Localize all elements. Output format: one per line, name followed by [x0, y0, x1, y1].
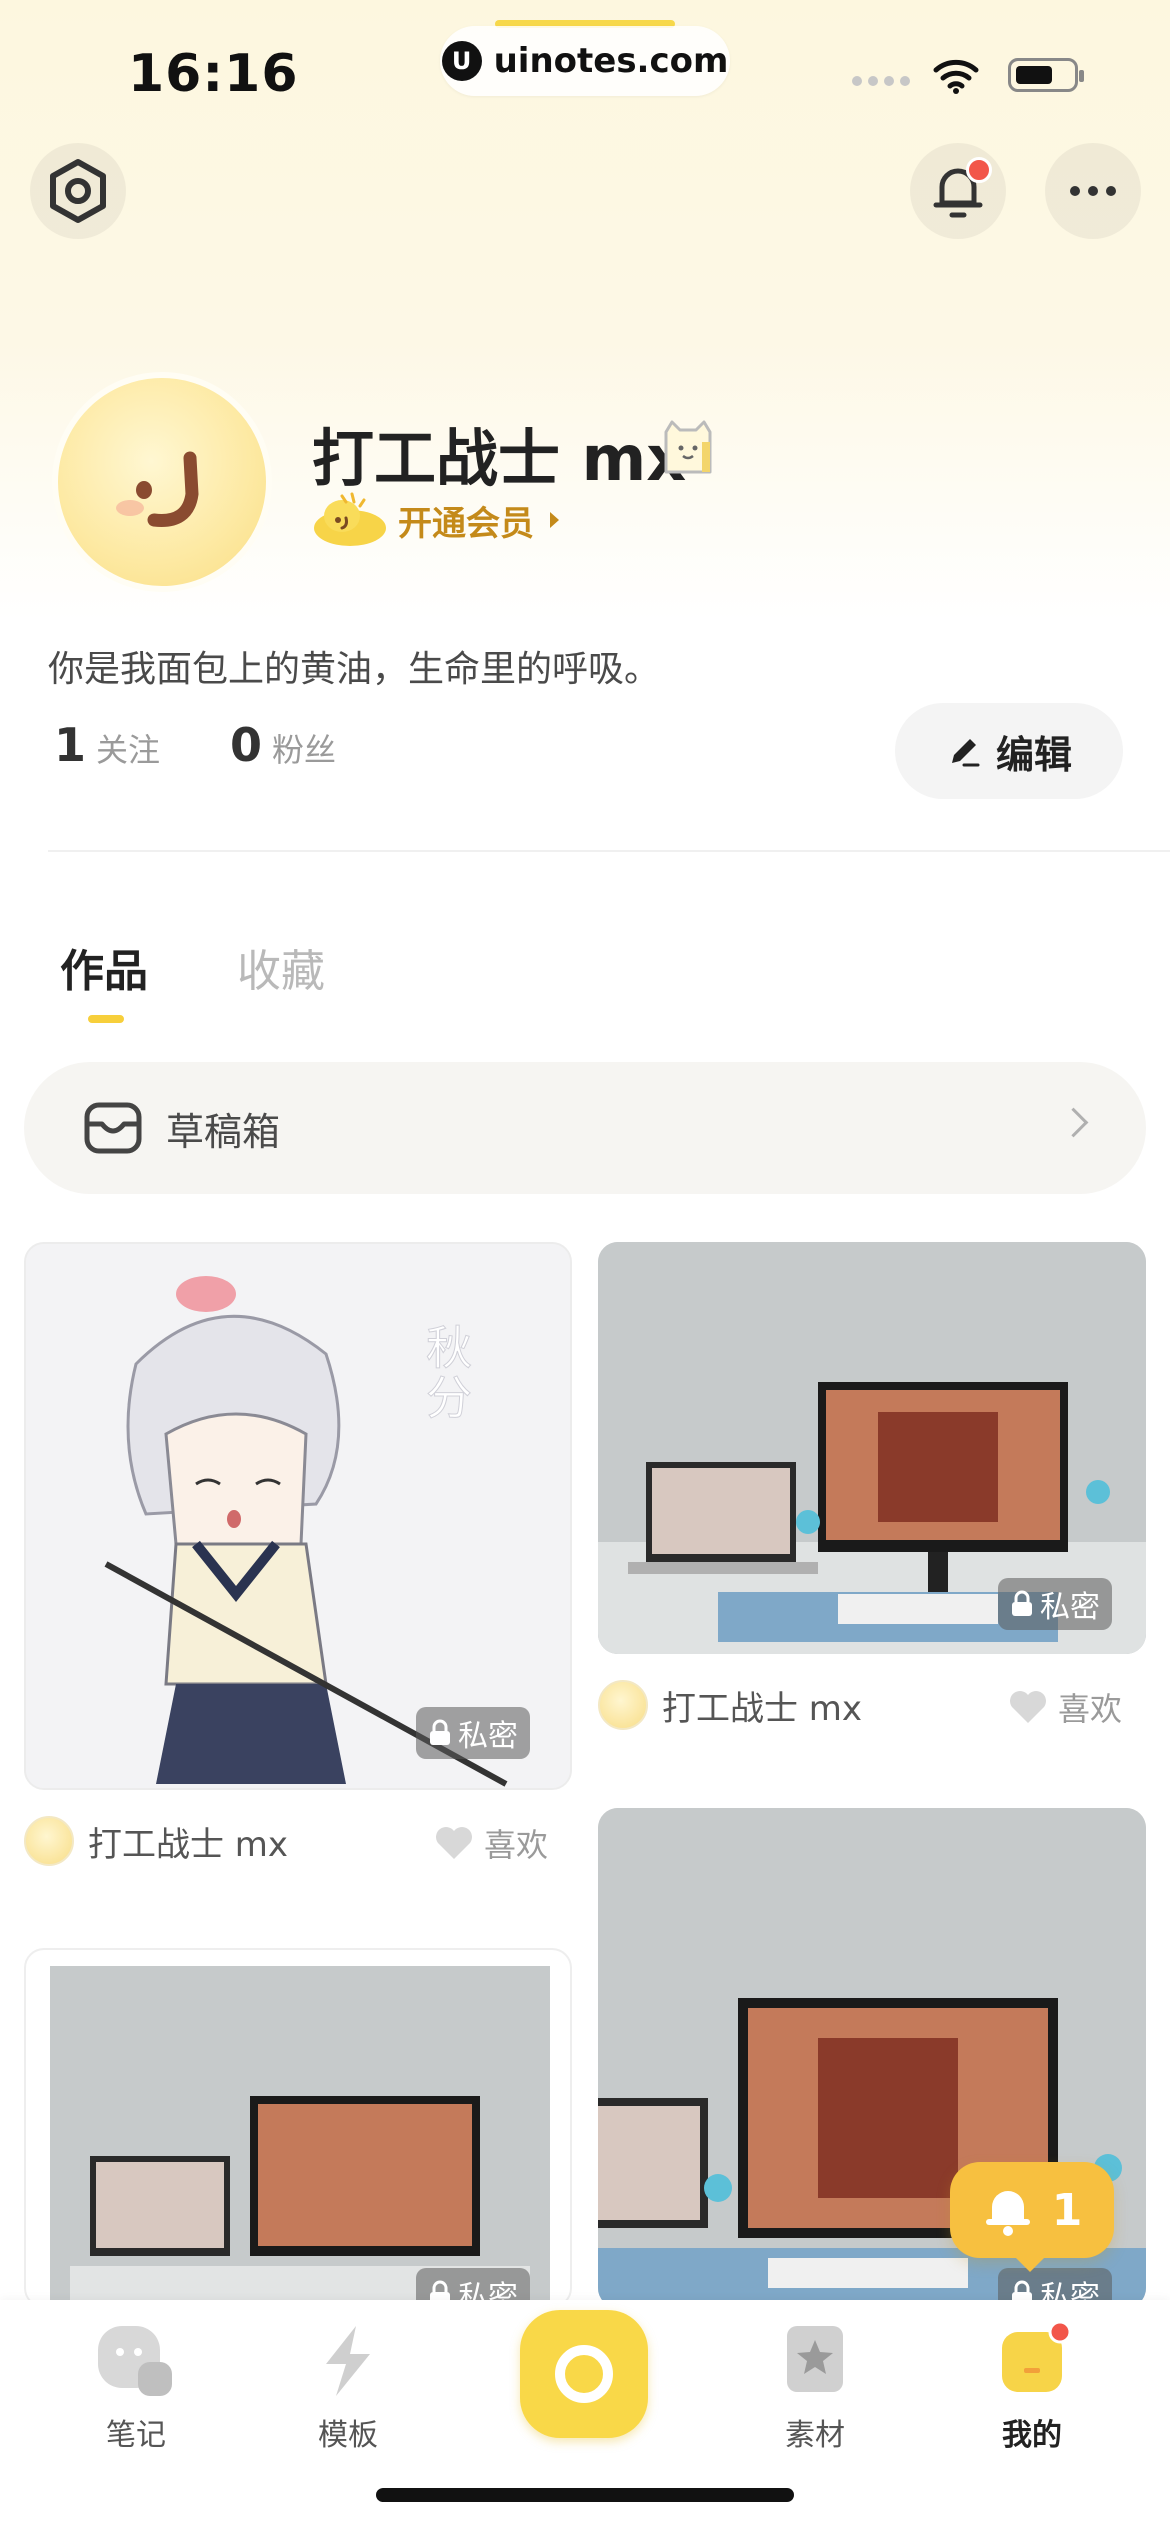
drafts-box-icon: [84, 1102, 142, 1154]
url-pill[interactable]: U uinotes.com: [440, 26, 730, 96]
following-stat[interactable]: 1 关注: [54, 718, 160, 772]
settings-button[interactable]: [30, 143, 126, 239]
followers-count: 0: [230, 718, 263, 772]
private-label: 私密: [1040, 1590, 1100, 1625]
cat-badge-icon: [664, 420, 712, 474]
avatar[interactable]: [52, 372, 272, 592]
camera-icon: [555, 2345, 613, 2403]
like-label: 喜欢: [1058, 1690, 1123, 1728]
tab-notes-label: 笔记: [106, 2418, 166, 2453]
tab-indicator: [88, 1015, 124, 1023]
author-name: 打工战士 mx: [88, 1824, 289, 1865]
like-button[interactable]: 喜欢: [434, 1820, 548, 1866]
cellular-signal-icon: [852, 76, 910, 86]
like-label: 喜欢: [484, 1826, 549, 1864]
site-logo-icon: U: [441, 41, 482, 81]
tab-materials[interactable]: 素材: [735, 2322, 895, 2454]
following-label: 关注: [96, 731, 161, 769]
tab-templates[interactable]: 模板: [268, 2322, 428, 2454]
username: 打工战士 mx: [312, 422, 687, 495]
drafts-row[interactable]: 草稿箱: [24, 1062, 1146, 1194]
card-author[interactable]: 打工战士 mx: [598, 1680, 862, 1730]
chevron-right-icon: [1058, 1107, 1089, 1138]
vip-link[interactable]: 开通会员: [312, 492, 559, 548]
battery-icon: [1008, 58, 1084, 92]
notification-count: 1: [1051, 2184, 1083, 2236]
lock-icon: [430, 1719, 450, 1745]
notes-face-icon: [98, 2326, 172, 2396]
vip-label: 开通会员: [398, 503, 534, 544]
author-name: 打工战士 mx: [662, 1688, 863, 1729]
chevron-right-icon: [550, 512, 559, 528]
tab-templates-label: 模板: [318, 2418, 378, 2453]
vip-cloud-icon: [314, 492, 386, 546]
notifications-button[interactable]: [910, 143, 1006, 239]
url-text: uinotes.com: [493, 41, 729, 81]
divider: [48, 850, 1170, 852]
camera-button[interactable]: [520, 2310, 648, 2438]
me-toast-icon: [1002, 2322, 1072, 2392]
more-button[interactable]: [1045, 143, 1141, 239]
lightning-icon: [326, 2326, 370, 2396]
note-card-image[interactable]: 私密: [598, 1242, 1146, 1654]
notification-dot: [966, 157, 992, 183]
more-dots-icon: [1070, 186, 1116, 196]
followers-stat[interactable]: 0 粉丝: [230, 718, 336, 772]
svg-text:分: 分: [426, 1371, 472, 1425]
bio: 你是我面包上的黄油，生命里的呼吸。: [48, 649, 661, 690]
edit-profile-button[interactable]: 编辑: [895, 703, 1123, 799]
tab-notes[interactable]: 笔记: [56, 2322, 216, 2454]
heart-icon: [1010, 1691, 1046, 1723]
smiley-face-icon: [116, 451, 199, 527]
status-time: 16:16: [128, 44, 299, 104]
tab-me-label: 我的: [1002, 2418, 1062, 2453]
star-card-icon: [787, 2326, 843, 2392]
tab-collections[interactable]: 收藏: [237, 935, 325, 999]
wifi-icon: [933, 59, 979, 94]
desk-setup-photo: [50, 1966, 550, 2306]
card-author[interactable]: 打工战士 mx: [24, 1816, 288, 1866]
followers-label: 粉丝: [272, 731, 337, 769]
note-card-image[interactable]: 私密: [24, 1948, 572, 2308]
like-button[interactable]: 喜欢: [1008, 1684, 1122, 1730]
mini-avatar: [598, 1680, 648, 1730]
private-label: 私密: [458, 1719, 518, 1754]
tab-me[interactable]: 我的: [952, 2322, 1112, 2454]
note-card-image[interactable]: 秋 分 私密: [24, 1242, 572, 1790]
private-badge: 私密: [416, 1707, 530, 1759]
bell-icon: [985, 2191, 1030, 2236]
settings-hex-icon: [50, 159, 106, 223]
heart-icon: [436, 1827, 472, 1859]
home-indicator: [376, 2488, 794, 2502]
floating-notification-button[interactable]: 1: [950, 2162, 1114, 2272]
mini-avatar: [24, 1816, 74, 1866]
tab-materials-label: 素材: [785, 2418, 845, 2453]
private-badge: 私密: [998, 1578, 1112, 1630]
edit-label: 编辑: [995, 732, 1072, 777]
svg-text:秋: 秋: [426, 1321, 472, 1375]
drafts-label: 草稿箱: [166, 1109, 281, 1154]
following-count: 1: [54, 718, 87, 772]
tab-works[interactable]: 作品: [60, 935, 148, 999]
pencil-icon: [951, 739, 980, 767]
lock-icon: [1012, 1590, 1032, 1616]
